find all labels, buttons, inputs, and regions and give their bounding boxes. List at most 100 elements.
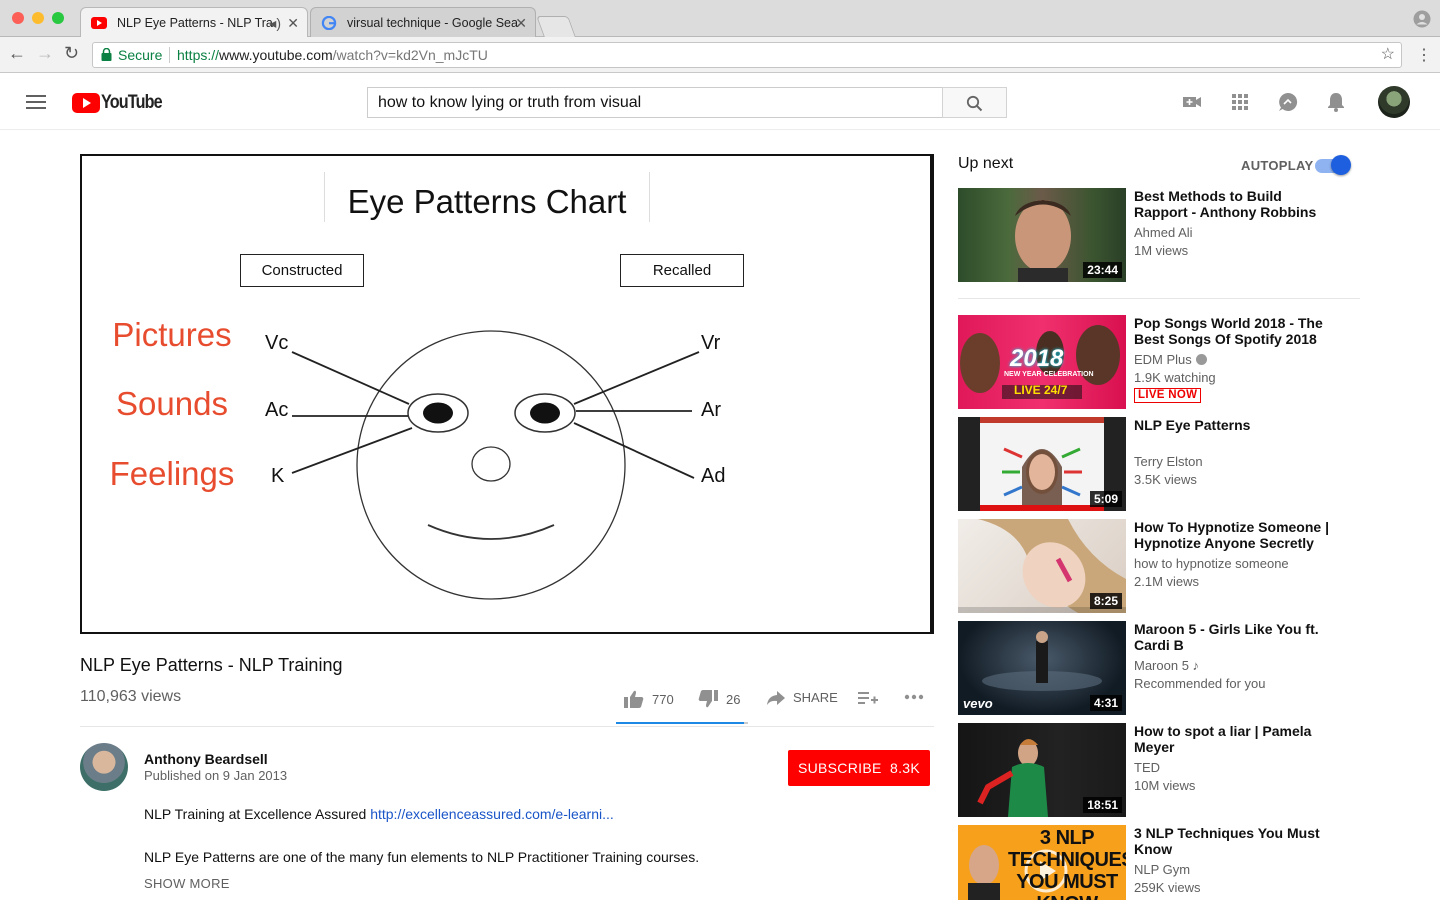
divider <box>169 47 170 63</box>
thumbnail-text: 3 NLP TECHNIQUES YOU MUST KNOW <box>1008 827 1126 900</box>
secure-label: Secure <box>118 47 163 63</box>
subscribe-button[interactable]: SUBSCRIBE 8.3K <box>788 750 930 786</box>
video-title[interactable]: NLP Eye Patterns <box>1134 417 1339 433</box>
video-thumbnail[interactable]: 8:25 <box>958 519 1126 613</box>
recommended-video[interactable]: 3 NLP TECHNIQUES YOU MUST KNOW 3 NLP Tec… <box>958 825 1360 900</box>
apps-grid-icon[interactable] <box>1229 91 1251 113</box>
close-tab-icon[interactable]: ✕ <box>515 8 527 37</box>
close-tab-icon[interactable]: ✕ <box>287 8 299 37</box>
divider <box>80 726 934 727</box>
show-more-button[interactable]: SHOW MORE <box>144 876 230 891</box>
share-button[interactable]: SHARE <box>767 690 838 705</box>
notifications-bell-icon[interactable] <box>1325 91 1347 113</box>
video-title[interactable]: How to spot a liar | Pamela Meyer <box>1134 723 1339 755</box>
video-thumbnail[interactable]: 23:44 <box>958 188 1126 282</box>
channel-name-row: EDM Plus <box>1134 352 1207 367</box>
view-count: 10M views <box>1134 778 1196 793</box>
video-duration: 18:51 <box>1083 797 1122 813</box>
video-thumbnail[interactable]: vevo 4:31 <box>958 621 1126 715</box>
view-count: 1.9K watching <box>1134 370 1216 385</box>
recommended-video[interactable]: 8:25 How To Hypnotize Someone | Hypnotiz… <box>958 519 1360 613</box>
thumbnail-text: 2018 <box>1010 345 1064 372</box>
url-host: www.youtube.com <box>219 47 333 63</box>
dislike-button[interactable]: 26 <box>698 690 740 708</box>
close-window-button[interactable] <box>12 12 24 24</box>
sentiment-bar <box>616 722 748 724</box>
bookmark-star-icon[interactable]: ☆ <box>1381 43 1395 67</box>
right-pupil <box>530 402 560 424</box>
user-avatar[interactable] <box>1378 86 1410 118</box>
channel-name: NLP Gym <box>1134 862 1191 877</box>
logo-text: YouTube <box>101 92 163 113</box>
video-thumbnail[interactable]: 2018 NEW YEAR CELEBRATION LIVE 24/7 <box>958 315 1126 409</box>
video-duration: 8:25 <box>1089 593 1122 609</box>
speaker-icon[interactable]: ◂) <box>269 8 281 37</box>
recommended-video[interactable]: 18:51 How to spot a liar | Pamela Meyer … <box>958 723 1360 817</box>
subscriber-count: 8.3K <box>890 760 920 776</box>
description-link[interactable]: http://excellenceassured.com/e-learni... <box>370 806 614 822</box>
messages-icon[interactable] <box>1277 91 1299 113</box>
vevo-logo: vevo <box>963 696 993 711</box>
add-to-playlist-button[interactable] <box>858 690 878 706</box>
like-count: 770 <box>652 691 674 707</box>
recommended-video[interactable]: 2018 NEW YEAR CELEBRATION LIVE 24/7 Pop … <box>958 315 1360 409</box>
up-next-heading: Up next <box>958 155 1014 172</box>
channel-avatar[interactable] <box>80 743 128 791</box>
video-thumbnail[interactable]: 3 NLP TECHNIQUES YOU MUST KNOW <box>958 825 1126 900</box>
video-title[interactable]: Pop Songs World 2018 - The Best Songs Of… <box>1134 315 1339 347</box>
recommended-video[interactable]: vevo 4:31 Maroon 5 - Girls Like You ft. … <box>958 621 1360 715</box>
tab-google[interactable]: virsual technique - Google Sea ✕ <box>310 7 536 37</box>
profile-icon[interactable] <box>1413 10 1431 28</box>
recommended-video[interactable]: 23:44 Best Methods to Build Rapport - An… <box>958 188 1360 282</box>
browser-menu-icon[interactable]: ⋮ <box>1416 45 1432 65</box>
description-text: NLP Training at Excellence Assured <box>144 806 371 822</box>
description-line: NLP Training at Excellence Assured http:… <box>144 806 614 822</box>
search-button[interactable] <box>942 87 1007 118</box>
channel-name: Ahmed Ali <box>1134 225 1193 240</box>
more-actions-button[interactable] <box>904 694 924 700</box>
address-bar[interactable]: Secure https://www.youtube.com/watch?v=k… <box>92 42 1402 68</box>
tab-youtube[interactable]: NLP Eye Patterns - NLP Tra ◂) ✕ <box>80 7 308 37</box>
video-title: NLP Eye Patterns - NLP Training <box>80 655 343 675</box>
left-pupil <box>423 402 453 424</box>
url-path: /watch?v=kd2Vn_mJcTU <box>332 47 488 63</box>
like-button[interactable]: 770 <box>624 690 674 708</box>
create-video-icon[interactable] <box>1181 91 1203 113</box>
search-input[interactable]: how to know lying or truth from visual <box>367 87 943 118</box>
face-outline <box>356 330 626 600</box>
verified-badge-icon <box>1195 354 1207 365</box>
divider <box>958 298 1360 299</box>
video-title[interactable]: How To Hypnotize Someone | Hypnotize Any… <box>1134 519 1339 551</box>
video-player[interactable]: Eye Patterns Chart Constructed Recalled … <box>80 154 934 634</box>
video-title[interactable]: Maroon 5 - Girls Like You ft. Cardi B <box>1134 621 1339 653</box>
lock-icon <box>101 48 112 61</box>
video-duration: 5:09 <box>1089 491 1122 507</box>
new-tab-button[interactable] <box>536 16 576 37</box>
channel-name: how to hypnotize someone <box>1134 556 1289 571</box>
autoplay-toggle[interactable] <box>1315 155 1351 175</box>
browser-tabstrip: NLP Eye Patterns - NLP Tra ◂) ✕ virsual … <box>0 0 1440 37</box>
thumbs-down-icon <box>698 690 718 708</box>
tab-title: NLP Eye Patterns - NLP Tra <box>117 16 273 30</box>
video-title[interactable]: Best Methods to Build Rapport - Anthony … <box>1134 188 1339 220</box>
video-thumbnail[interactable]: 18:51 <box>958 723 1126 817</box>
minimize-window-button[interactable] <box>32 12 44 24</box>
forward-arrow-icon[interactable]: → <box>36 43 54 64</box>
dislike-count: 26 <box>726 691 741 707</box>
hamburger-menu-icon[interactable] <box>26 95 46 109</box>
maximize-window-button[interactable] <box>52 12 64 24</box>
tab-title: virsual technique - Google Sea <box>347 16 518 30</box>
youtube-logo[interactable]: YouTube <box>72 92 172 113</box>
reload-icon[interactable]: ↻ <box>64 43 79 64</box>
share-label: SHARE <box>793 690 838 705</box>
back-arrow-icon[interactable]: ← <box>8 43 26 64</box>
recommended-video[interactable]: 5:09 NLP Eye Patterns Terry Elston 3.5K … <box>958 417 1360 511</box>
subscribe-label: SUBSCRIBE <box>797 760 882 776</box>
youtube-favicon-icon <box>91 17 107 29</box>
share-arrow-icon <box>767 690 785 705</box>
video-title[interactable]: 3 NLP Techniques You Must Know <box>1134 825 1339 857</box>
channel-name[interactable]: Anthony Beardsell <box>144 751 268 767</box>
face-diagram <box>291 330 700 600</box>
channel-name: TED <box>1134 760 1160 775</box>
video-thumbnail[interactable]: 5:09 <box>958 417 1126 511</box>
